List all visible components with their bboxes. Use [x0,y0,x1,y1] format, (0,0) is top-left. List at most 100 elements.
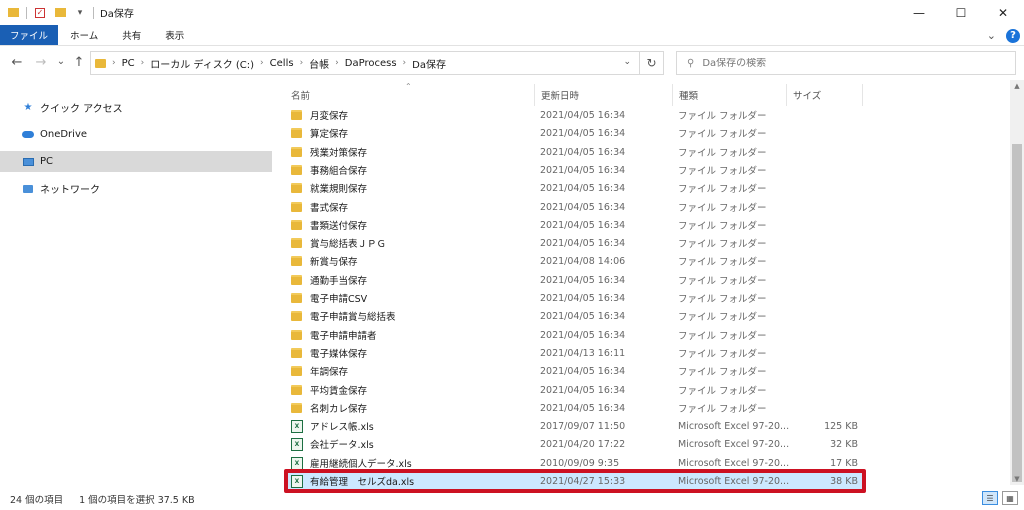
new-folder-icon[interactable] [53,6,67,20]
tab-view[interactable]: 表示 [153,25,196,45]
file-name-cell[interactable]: 平均賃金保存 [291,381,367,399]
search-box[interactable]: ⚲ [676,51,1016,75]
refresh-button[interactable]: ↻ [640,51,664,75]
modified-date: 2021/04/05 16:34 [540,274,626,286]
table-row[interactable]: 電子媒体保存 2021/04/13 16:11 ファイル フォルダー [285,344,865,362]
file-name-cell[interactable]: 事務組合保存 [291,161,367,179]
file-type: ファイル フォルダー [678,203,767,214]
file-name-cell[interactable]: X 会社データ.xls [291,435,374,453]
properties-icon[interactable]: ✓ [33,6,47,20]
file-name-cell[interactable]: 新賞与保存 [291,252,358,270]
scroll-up-icon[interactable]: ▲ [1010,82,1024,90]
table-row[interactable]: 算定保存 2021/04/05 16:34 ファイル フォルダー [285,124,865,142]
details-view-icon[interactable]: ☰ [982,491,998,505]
recent-locations-button[interactable]: ⌄ [52,56,70,67]
file-name-cell[interactable]: 月変保存 [291,106,348,124]
file-name-cell[interactable]: 電子申請申請者 [291,326,377,344]
column-header-date[interactable]: 更新日時 [535,84,673,106]
large-icons-view-icon[interactable]: ▦ [1002,491,1018,505]
table-row[interactable]: 書類送付保存 2021/04/05 16:34 ファイル フォルダー [285,216,865,234]
table-row[interactable]: 平均賃金保存 2021/04/05 16:34 ファイル フォルダー [285,381,865,399]
table-row[interactable]: 電子申請賞与総括表 2021/04/05 16:34 ファイル フォルダー [285,307,865,325]
breadcrumb-daicho[interactable]: 台帳 [309,56,329,71]
breadcrumb-da-hozon[interactable]: Da保存 [412,56,446,71]
table-row[interactable]: 賞与総括表ＪＰＧ 2021/04/05 16:34 ファイル フォルダー [285,234,865,252]
address-bar[interactable]: › PC › ローカル ディスク (C:) › Cells › 台帳 › DaP… [90,51,640,75]
network-icon [22,183,34,195]
table-row[interactable]: 名刺カレ保存 2021/04/05 16:34 ファイル フォルダー [285,399,865,417]
file-name-cell[interactable]: X アドレス帳.xls [291,417,374,435]
breadcrumb-local-disk[interactable]: ローカル ディスク (C:) [150,56,254,71]
expand-ribbon-icon[interactable]: ⌄ [987,29,996,42]
sidebar-item-label: ネットワーク [40,185,100,196]
file-name-cell[interactable]: 賞与総括表ＪＰＧ [291,234,386,252]
close-button[interactable]: ✕ [982,0,1024,25]
column-header-size[interactable]: サイズ [787,84,863,106]
sidebar-item-network[interactable]: ネットワーク [0,178,272,199]
file-name-cell[interactable]: 電子申請賞与総括表 [291,307,396,325]
table-row[interactable]: 年調保存 2021/04/05 16:34 ファイル フォルダー [285,362,865,380]
file-size [790,198,858,216]
minimize-button[interactable]: — [898,0,940,25]
folder-icon [291,202,302,212]
file-name-cell[interactable]: 就業規則保存 [291,179,367,197]
chevron-right-icon: › [112,58,116,68]
up-button[interactable]: ↑ [70,55,88,70]
modified-date: 2021/04/05 16:34 [540,292,626,304]
table-row[interactable]: X アドレス帳.xls 2017/09/07 11:50 Microsoft Exce… [285,417,865,435]
chevron-right-icon: › [260,58,264,68]
table-row[interactable]: 就業規則保存 2021/04/05 16:34 ファイル フォルダー [285,179,865,197]
sidebar-item-quick-access[interactable]: ★ クイック アクセス [0,97,272,118]
tab-home[interactable]: ホーム [58,25,110,45]
folder-icon [95,58,106,68]
window-title: Da保存 [100,9,134,20]
maximize-button[interactable]: ☐ [940,0,982,25]
scrollbar-thumb[interactable] [1012,144,1022,482]
table-row[interactable]: 事務組合保存 2021/04/05 16:34 ファイル フォルダー [285,161,865,179]
file-size [790,362,858,380]
file-name-cell[interactable]: 電子媒体保存 [291,344,367,362]
view-buttons: ☰ ▦ [982,491,1018,505]
file-type: ファイル フォルダー [678,239,767,250]
forward-button[interactable]: → [32,55,50,70]
sidebar-item-pc[interactable]: PC [0,151,272,172]
ribbon-tabs: ファイル ホーム 共有 表示 ⌄ ? [0,25,1024,46]
chevron-down-icon[interactable]: ⌄ [623,57,631,67]
table-row[interactable]: 電子申請CSV 2021/04/05 16:34 ファイル フォルダー [285,289,865,307]
column-header-type[interactable]: 種類 [673,84,787,106]
customize-toolbar-icon[interactable]: ▾ [73,6,87,20]
sidebar-item-onedrive[interactable]: OneDrive [0,124,272,145]
breadcrumb-cells[interactable]: Cells [270,58,294,69]
file-name-cell[interactable]: 通勤手当保存 [291,271,367,289]
help-icon[interactable]: ? [1006,28,1020,43]
tab-share[interactable]: 共有 [110,25,153,45]
divider [93,6,94,19]
table-row[interactable]: 書式保存 2021/04/05 16:34 ファイル フォルダー [285,198,865,216]
table-row[interactable]: 通勤手当保存 2021/04/05 16:34 ファイル フォルダー [285,271,865,289]
title-bar: ✓ ▾ Da保存 — ☐ ✕ [0,0,1024,25]
file-name: 電子申請CSV [310,294,368,305]
file-name-cell[interactable]: 書類送付保存 [291,216,367,234]
file-name-cell[interactable]: 年調保存 [291,362,348,380]
table-row[interactable]: 残業対策保存 2021/04/05 16:34 ファイル フォルダー [285,143,865,161]
tab-file[interactable]: ファイル [0,25,59,45]
table-row[interactable]: 月変保存 2021/04/05 16:34 ファイル フォルダー [285,106,865,124]
file-name-cell[interactable]: 電子申請CSV [291,289,367,307]
scroll-down-icon[interactable]: ▼ [1010,475,1024,483]
search-input[interactable] [702,57,983,69]
table-row[interactable]: X 会社データ.xls 2021/04/20 17:22 Microsoft Exce… [285,435,865,453]
file-name-cell[interactable]: 算定保存 [291,124,348,142]
vertical-scrollbar[interactable]: ▲ ▼ [1010,80,1024,485]
file-name-cell[interactable]: 残業対策保存 [291,143,367,161]
breadcrumb-pc[interactable]: PC [122,58,135,69]
file-name-cell[interactable]: 名刺カレ保存 [291,399,367,417]
file-name-cell[interactable]: 書式保存 [291,198,348,216]
table-row[interactable]: 新賞与保存 2021/04/08 14:06 ファイル フォルダー [285,252,865,270]
back-button[interactable]: ← [8,55,26,70]
folder-icon [291,110,302,120]
breadcrumb-daprocess[interactable]: DaProcess [345,58,397,69]
column-header-name[interactable]: 名前 [285,84,535,106]
table-row[interactable]: 電子申請申請者 2021/04/05 16:34 ファイル フォルダー [285,326,865,344]
modified-date: 2021/04/05 16:34 [540,127,626,139]
modified-date: 2021/04/05 16:34 [540,109,626,121]
